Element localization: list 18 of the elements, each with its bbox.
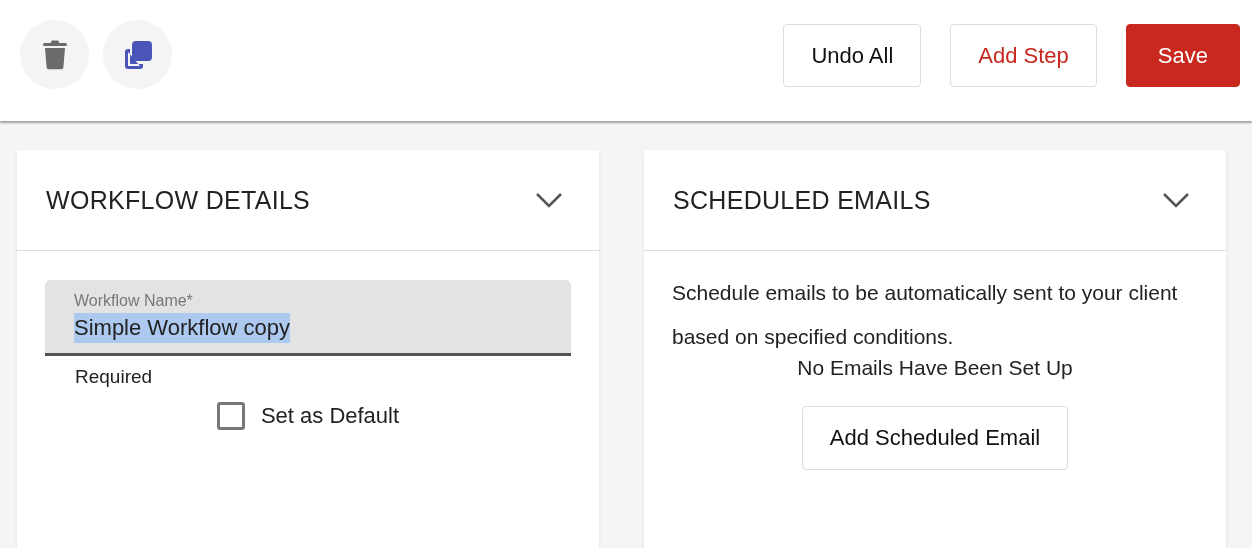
helper-text: Required	[75, 366, 154, 388]
field-label: Workflow Name*	[74, 292, 193, 310]
chevron-down-icon[interactable]	[535, 192, 563, 208]
toolbar-button[interactable]: Undo All	[783, 24, 922, 87]
card-title: SCHEDULED EMAILS	[673, 185, 931, 215]
save-button[interactable]: Save	[1125, 24, 1240, 87]
checkbox-label: Set as Default	[260, 403, 400, 429]
copy-icon	[122, 39, 153, 70]
empty-message: No Emails Have Been Set Up	[796, 356, 1074, 380]
trash-icon	[41, 39, 68, 70]
field-value: Simple Workflow copy	[74, 313, 290, 343]
workflow-name-field[interactable]: Workflow Name* Simple Workflow copy	[45, 280, 571, 356]
add-scheduled-email-button[interactable]: Add Scheduled Email	[801, 406, 1069, 470]
toolbar-button[interactable]: Add Step	[950, 24, 1097, 87]
card-title: WORKFLOW DETAILS	[46, 185, 311, 215]
chevron-down-icon[interactable]	[1162, 192, 1190, 208]
checkbox[interactable]	[216, 402, 245, 430]
description-text: Schedule emails to be automatically sent to your client based on specified conditions.	[672, 280, 1179, 350]
